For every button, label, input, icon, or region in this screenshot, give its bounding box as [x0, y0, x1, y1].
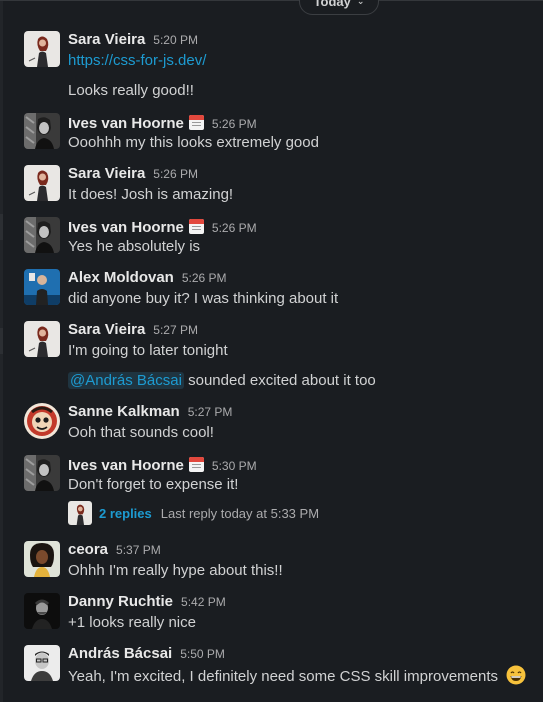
message-body: Ohhh I'm really hype about this!! — [68, 562, 283, 579]
avatar-alex-moldovan[interactable] — [24, 269, 60, 305]
timestamp[interactable]: 5:20 PM — [153, 33, 198, 47]
sidebar-edge — [0, 0, 3, 702]
sender-name[interactable]: Sara Vieira — [68, 321, 145, 338]
timestamp[interactable]: 5:26 PM — [153, 167, 198, 181]
timestamp[interactable]: 5:27 PM — [188, 405, 233, 419]
calendar-icon[interactable] — [188, 219, 204, 234]
message-body: @András Bácsai sounded excited about it … — [68, 371, 376, 391]
message-body: +1 looks really nice — [68, 614, 196, 631]
message-body: Yes he absolutely is — [68, 238, 201, 255]
avatar-ives-van-hoorne[interactable] — [24, 455, 60, 491]
timestamp[interactable]: 5:26 PM — [212, 221, 257, 235]
grinning-face-emoji-icon — [506, 665, 526, 685]
sidebar-edge-mark — [0, 328, 3, 354]
avatar-sara-vieira[interactable] — [24, 31, 60, 67]
avatar-sanne-kalkman[interactable] — [24, 403, 60, 439]
thread-last-reply: Last reply today at 5:33 PM — [160, 505, 320, 521]
message-body: did anyone buy it? I was thinking about … — [68, 290, 339, 307]
message-body: Ooh that sounds cool! — [68, 424, 214, 441]
message-body: Yeah, I'm excited, I definitely need som… — [68, 665, 526, 687]
day-divider-button[interactable]: Today ⌄ — [299, 0, 379, 15]
message-header: Danny Ruchtie 5:42 PM — [68, 593, 226, 613]
message-body: Don't forget to expense it! — [68, 476, 239, 493]
message-header: Sara Vieira 5:26 PM — [68, 165, 198, 185]
message-header: Sara Vieira 5:20 PM — [68, 31, 198, 51]
sender-name[interactable]: Sanne Kalkman — [68, 403, 180, 420]
message-header: Alex Moldovan 5:26 PM — [68, 269, 227, 289]
user-mention[interactable]: @András Bácsai — [68, 372, 184, 389]
chevron-down-icon: ⌄ — [356, 0, 365, 6]
sender-name[interactable]: Ives van Hoorne — [68, 115, 184, 132]
calendar-icon[interactable] — [188, 115, 204, 130]
sidebar-edge-mark — [0, 214, 3, 240]
sender-name[interactable]: Alex Moldovan — [68, 269, 174, 286]
message-text: Yeah, I'm excited, I definitely need som… — [68, 668, 499, 685]
message-body: https://css-for-js.dev/ — [68, 51, 206, 71]
thread-reply-avatar — [68, 501, 92, 525]
message-header: Ives van Hoorne 5:26 PM — [68, 217, 257, 237]
message-link[interactable]: https://css-for-js.dev/ — [68, 52, 206, 69]
message-body: I'm going to later tonight — [68, 342, 228, 359]
message-body: Ooohhh my this looks extremely good — [68, 134, 319, 151]
timestamp[interactable]: 5:42 PM — [181, 595, 226, 609]
avatar-andras-bacsai[interactable] — [24, 645, 60, 681]
message-header: András Bácsai 5:50 PM — [68, 645, 225, 665]
message-header: Sanne Kalkman 5:27 PM — [68, 403, 232, 423]
message-body: It does! Josh is amazing! — [68, 186, 234, 203]
timestamp[interactable]: 5:26 PM — [182, 271, 227, 285]
message-header: Sara Vieira 5:27 PM — [68, 321, 198, 341]
sender-name[interactable]: Ives van Hoorne — [68, 219, 184, 236]
sender-name[interactable]: ceora — [68, 541, 108, 558]
sender-name[interactable]: Sara Vieira — [68, 165, 145, 182]
sender-name[interactable]: Danny Ruchtie — [68, 593, 173, 610]
day-divider-line — [0, 0, 543, 1]
avatar-ives-van-hoorne[interactable] — [24, 217, 60, 253]
timestamp[interactable]: 5:30 PM — [212, 459, 257, 473]
sender-name[interactable]: Sara Vieira — [68, 31, 145, 48]
avatar-ceora[interactable] — [24, 541, 60, 577]
avatar-danny-ruchtie[interactable] — [24, 593, 60, 629]
calendar-icon[interactable] — [188, 457, 204, 472]
message-header: Ives van Hoorne 5:30 PM — [68, 455, 257, 475]
day-divider-label: Today — [313, 0, 351, 9]
thread-replies-link[interactable]: 2 replies — [99, 506, 152, 521]
avatar-sara-vieira[interactable] — [24, 165, 60, 201]
thread-summary[interactable]: 2 replies Last reply today at 5:33 PM — [68, 501, 319, 525]
message-header: Ives van Hoorne 5:26 PM — [68, 113, 257, 133]
message-body: Looks really good!! — [68, 82, 194, 99]
avatar-ives-van-hoorne[interactable] — [24, 113, 60, 149]
timestamp[interactable]: 5:50 PM — [180, 647, 225, 661]
sender-name[interactable]: András Bácsai — [68, 645, 172, 662]
sender-name[interactable]: Ives van Hoorne — [68, 457, 184, 474]
avatar-sara-vieira[interactable] — [24, 321, 60, 357]
message-text: sounded excited about it too — [188, 372, 376, 389]
timestamp[interactable]: 5:27 PM — [153, 323, 198, 337]
timestamp[interactable]: 5:37 PM — [116, 543, 161, 557]
message-header: ceora 5:37 PM — [68, 541, 161, 561]
timestamp[interactable]: 5:26 PM — [212, 117, 257, 131]
